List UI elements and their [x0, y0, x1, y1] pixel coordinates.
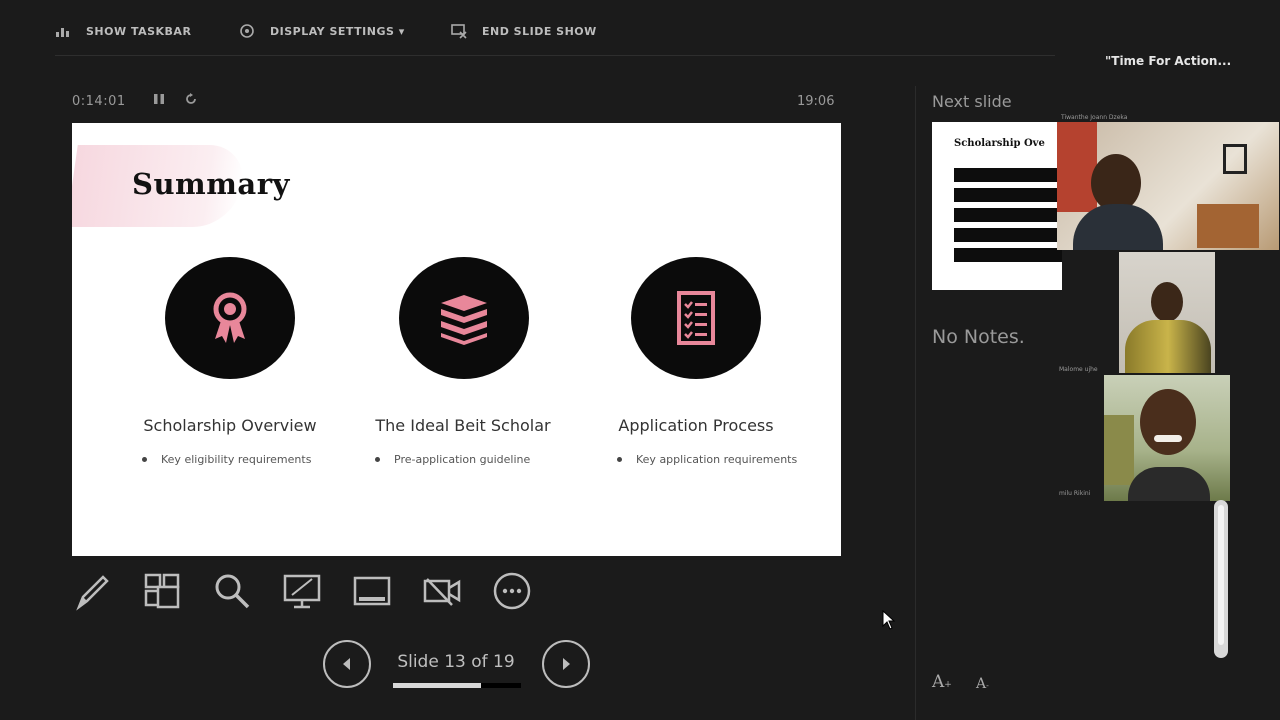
display-settings-icon: [240, 24, 254, 38]
slide-counter[interactable]: Slide 13 of 19: [380, 652, 532, 672]
clock: 19:06: [797, 94, 835, 109]
bullet-text: Key eligibility requirements: [161, 453, 312, 466]
video-tile-3-label: milu Rikini: [1059, 490, 1091, 497]
next-slide-label: Next slide: [932, 92, 1012, 111]
video-tile-1[interactable]: [1057, 122, 1279, 250]
see-all-slides-icon: [144, 573, 180, 609]
restart-timer-icon[interactable]: [184, 92, 198, 106]
thumb-text-block: [954, 168, 1062, 182]
next-slide-button[interactable]: [542, 640, 590, 688]
column-bullet-application-process: Key application requirements: [617, 453, 841, 466]
award-ribbon-icon: [213, 292, 247, 343]
bullet-dot: [617, 457, 622, 462]
scholarship-overview-badge: [165, 257, 295, 379]
black-screen-button[interactable]: [351, 570, 393, 612]
next-slide-thumbnail[interactable]: Scholarship Ove: [932, 122, 1062, 290]
presenter-toolbar: SHOW TASKBAR DISPLAY SETTINGS ▾ END SLID…: [0, 0, 1060, 60]
decrease-font-button[interactable]: A-: [976, 676, 989, 692]
slide-progress-bar: [393, 683, 521, 688]
column-bullet-scholarship-overview: Key eligibility requirements: [142, 453, 402, 466]
panel-divider: [915, 86, 916, 720]
participant-smile: [1154, 435, 1182, 442]
previous-slide-button[interactable]: [323, 640, 371, 688]
camera-toggle-icon: [423, 578, 461, 606]
stacked-books-icon: [441, 295, 487, 345]
wall-frame: [1223, 144, 1247, 174]
increase-font-button[interactable]: A+: [932, 672, 952, 692]
video-tile-3[interactable]: [1104, 375, 1230, 501]
background-poster: [1057, 122, 1097, 212]
next-slide-title: Scholarship Ove: [954, 138, 1045, 149]
zoom-button[interactable]: [211, 570, 253, 612]
camera-toggle-button[interactable]: [421, 570, 463, 612]
participant-body: [1125, 320, 1211, 373]
thumb-text-block: [954, 248, 1062, 262]
background-foliage: [1104, 415, 1134, 485]
show-taskbar-label: SHOW TASKBAR: [86, 24, 192, 38]
chevron-left-icon: [343, 658, 350, 670]
participant-head: [1140, 389, 1196, 455]
pause-icon[interactable]: [152, 92, 166, 106]
zoom-icon: [215, 574, 250, 609]
more-options-icon: [493, 572, 531, 610]
chevron-right-icon: [563, 658, 570, 670]
slide-progress-fill: [393, 683, 481, 688]
column-title-ideal-beit-scholar: The Ideal Beit Scholar: [375, 416, 551, 435]
current-slide[interactable]: Summary Scholarship Overview Key eligibi…: [72, 123, 841, 556]
bullet-dot: [142, 457, 147, 462]
end-slide-show-button[interactable]: END SLIDE SHOW: [450, 22, 597, 40]
checklist-icon: [677, 291, 715, 345]
column-title-application-process: Application Process: [618, 416, 774, 435]
participant-head: [1151, 282, 1183, 322]
column-bullet-ideal-beit-scholar: Pre-application guideline: [375, 453, 635, 466]
pointer-screen-icon: [283, 574, 321, 609]
slide-title: Summary: [132, 167, 290, 201]
toolbar-divider: [55, 55, 1055, 56]
video-tile-1-label: Tiwanthe Joann Dzeka: [1061, 114, 1128, 121]
display-settings-button[interactable]: DISPLAY SETTINGS ▾: [238, 22, 405, 40]
see-all-slides-button[interactable]: [141, 570, 183, 612]
participant-body: [1128, 467, 1210, 501]
video-strip-scroll-thumb[interactable]: [1218, 505, 1224, 645]
video-tile-2-label: Malome ujhe: [1059, 366, 1098, 373]
thumb-text-block: [954, 228, 1062, 242]
black-screen-icon: [353, 576, 391, 606]
shelf: [1197, 204, 1259, 248]
bullet-text: Key application requirements: [636, 453, 798, 466]
bullet-text: Pre-application guideline: [394, 453, 531, 466]
end-slideshow-icon: [451, 24, 467, 39]
elapsed-timer: 0:14:01: [72, 94, 126, 109]
display-settings-label: DISPLAY SETTINGS ▾: [270, 24, 405, 38]
more-options-button[interactable]: [491, 570, 533, 612]
thumb-text-block: [954, 188, 1062, 202]
pointer-screen-button[interactable]: [281, 570, 323, 612]
video-tile-2[interactable]: [1119, 252, 1215, 373]
application-process-badge: [631, 257, 761, 379]
mouse-cursor-icon: [882, 610, 896, 630]
ideal-beit-scholar-badge: [399, 257, 529, 379]
speaker-notes: No Notes.: [932, 326, 1025, 348]
bullet-dot: [375, 457, 380, 462]
pen-icon: [76, 575, 109, 611]
meeting-title: "Time For Action...: [1105, 54, 1232, 68]
column-title-scholarship-overview: Scholarship Overview: [143, 416, 317, 435]
pen-tool-button[interactable]: [72, 570, 114, 612]
taskbar-icon: [56, 28, 69, 37]
end-slide-show-label: END SLIDE SHOW: [482, 24, 597, 38]
thumb-text-block: [954, 208, 1062, 222]
show-taskbar-button[interactable]: SHOW TASKBAR: [54, 22, 191, 40]
